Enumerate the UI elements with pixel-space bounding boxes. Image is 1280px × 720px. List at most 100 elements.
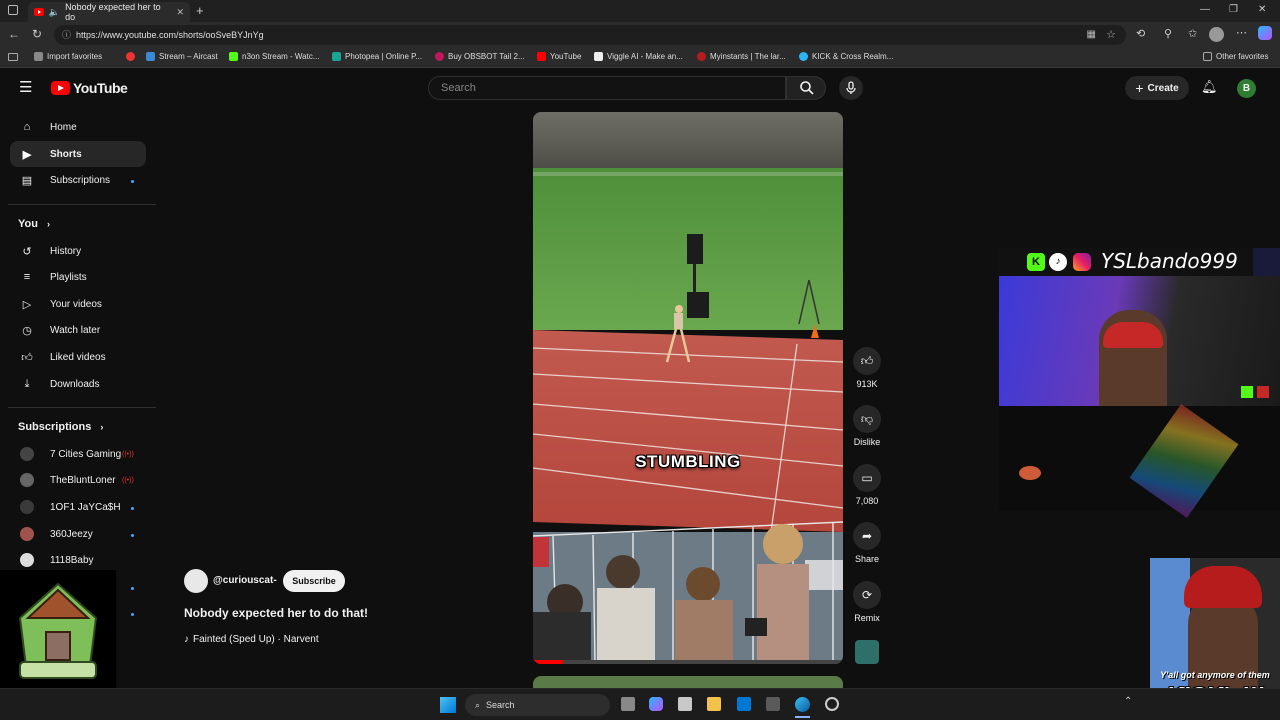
comments-button[interactable]: ▭ 7,080: [851, 464, 883, 506]
taskbar-search[interactable]: ⌕ Search: [465, 694, 610, 716]
speaker-icon[interactable]: 🔈: [49, 7, 60, 18]
tiktok-logo-icon: ♪: [1049, 253, 1067, 271]
sidebar-item-playlists[interactable]: ≡ Playlists: [10, 264, 146, 290]
sidebar-item-liked-videos[interactable]: 👍︎ Liked videos: [10, 344, 146, 370]
short-video-player[interactable]: STUMBLING: [533, 112, 843, 664]
browser-essentials-icon[interactable]: ⚲: [1164, 27, 1172, 40]
sidebar-divider: [8, 407, 156, 408]
bookmark-item[interactable]: Buy OBSBOT Tail 2...: [435, 52, 525, 61]
refresh-icon[interactable]: ↻: [32, 27, 42, 41]
channel-avatar[interactable]: [184, 569, 208, 593]
voice-search-button[interactable]: [839, 76, 863, 100]
app-icon[interactable]: [766, 697, 780, 711]
bookmark-favicon-icon: [435, 52, 444, 61]
like-button[interactable]: 👍︎ 913K: [851, 347, 883, 389]
search-button[interactable]: [786, 76, 826, 100]
music-link[interactable]: ♪ Fainted (Sped Up) · Narvent: [184, 634, 319, 645]
split-screen-icon[interactable]: ▦: [1087, 25, 1096, 45]
minimize-icon[interactable]: —: [1200, 4, 1210, 15]
bookmark-item[interactable]: n3on Stream - Watc...: [229, 52, 320, 61]
new-content-dot: [131, 507, 134, 510]
copilot-app-icon[interactable]: [649, 697, 663, 711]
outlook-app-icon[interactable]: [737, 697, 751, 711]
more-options-icon[interactable]: ⋯: [1236, 26, 1247, 39]
bookmarks-bar: Import favorites Stream – Aircast n3on S…: [0, 48, 1280, 68]
menu-icon[interactable]: ☰: [19, 78, 32, 96]
sidebar-item-downloads[interactable]: ⤓ Downloads: [10, 371, 146, 397]
bookmark-item[interactable]: Stream – Aircast: [146, 52, 218, 61]
favorites-icon[interactable]: ✩: [1188, 27, 1197, 40]
sidebar-item-shorts[interactable]: ▶ Shorts: [10, 141, 146, 167]
favorite-star-icon[interactable]: ☆: [1106, 25, 1116, 45]
subscription-item[interactable]: 1OF1 JaYCa$H: [10, 494, 146, 520]
subscriptions-section-heading[interactable]: Subscriptions ›: [18, 421, 103, 433]
youtube-favicon-icon: [34, 8, 44, 16]
sidebar-item-watch-later[interactable]: ◷ Watch later: [10, 317, 146, 343]
next-short-preview[interactable]: [533, 676, 843, 688]
search-input[interactable]: Search: [428, 76, 786, 100]
kick-logo-icon: [1241, 386, 1253, 398]
file-explorer-icon[interactable]: [707, 697, 721, 711]
close-window-icon[interactable]: ✕: [1258, 4, 1266, 15]
share-button[interactable]: ➦ Share: [851, 522, 883, 564]
subscription-item[interactable]: 360Jeezy: [10, 521, 146, 547]
thumbs-up-icon: 👍︎: [853, 347, 881, 375]
site-info-icon[interactable]: ⓘ: [62, 25, 71, 45]
dislike-button[interactable]: 👎︎ Dislike: [851, 405, 883, 447]
sidebar-item-subscriptions[interactable]: ▤ Subscriptions: [10, 167, 146, 193]
url-text: https://www.youtube.com/shorts/ooSveBYJn…: [76, 30, 264, 40]
other-favorites[interactable]: Other favorites: [1203, 52, 1268, 61]
bookmark-item[interactable]: YouTube: [537, 52, 581, 61]
downloads-icon: ⤓: [24, 377, 30, 390]
channel-logo-overlay: [0, 570, 116, 688]
remix-icon: ⟳: [853, 581, 881, 609]
copilot-icon[interactable]: [1258, 26, 1272, 40]
bookmark-item[interactable]: KICK & Cross Realm...: [799, 52, 893, 61]
bookmark-favicon-icon: [146, 52, 155, 61]
tray-chevron-icon[interactable]: ⌃: [1124, 696, 1132, 707]
extensions-icon[interactable]: ⟲: [1136, 27, 1145, 40]
sidebar-item-home[interactable]: ⌂ Home: [10, 114, 146, 140]
url-field[interactable]: ⓘ https://www.youtube.com/shorts/ooSveBY…: [54, 25, 1126, 45]
create-button[interactable]: + Create: [1125, 76, 1189, 100]
tab-actions-icon[interactable]: [8, 5, 18, 15]
chevron-right-icon: ›: [47, 219, 51, 229]
channel-avatar: [20, 553, 34, 567]
remix-button[interactable]: ⟳ Remix: [851, 581, 883, 623]
store-app-icon[interactable]: [678, 697, 692, 711]
you-section-heading[interactable]: You ›: [18, 218, 50, 230]
youtube-header: ☰ YouTube Search + Create 🔔︎ B: [0, 68, 1280, 108]
notifications-bell-icon[interactable]: 🔔︎: [1201, 79, 1218, 95]
live-indicator-icon: ((•)): [122, 451, 134, 458]
channel-avatar: [20, 473, 34, 487]
bookmark-item[interactable]: Import favorites: [34, 52, 102, 61]
youtube-logo[interactable]: YouTube: [51, 80, 128, 96]
subscribe-button[interactable]: Subscribe: [283, 570, 345, 592]
instagram-logo-icon: [1073, 253, 1091, 271]
bookmark-item[interactable]: [126, 52, 135, 61]
task-view-icon[interactable]: [621, 697, 635, 711]
start-button-icon[interactable]: [440, 697, 456, 713]
bookmark-favicon-icon: [697, 52, 706, 61]
bookmark-favicon-icon: [229, 52, 238, 61]
edge-browser-icon[interactable]: [795, 697, 810, 712]
sidebar-item-history[interactable]: ↺ History: [10, 238, 146, 264]
profile-avatar[interactable]: [1209, 27, 1224, 42]
home-icon: ⌂: [23, 121, 31, 133]
bookmark-item[interactable]: Myinstants | The lar...: [697, 52, 786, 61]
new-tab-icon[interactable]: +: [196, 3, 204, 18]
close-tab-icon[interactable]: ✕: [176, 7, 184, 18]
browser-tab[interactable]: 🔈 Nobody expected her to do ✕: [28, 2, 190, 22]
maximize-icon[interactable]: ❐: [1229, 4, 1238, 15]
obs-app-icon[interactable]: [825, 697, 839, 711]
tabs-sidebar-icon[interactable]: [8, 53, 18, 61]
import-icon: [34, 52, 43, 61]
bookmark-favicon-icon: [126, 52, 135, 61]
account-avatar[interactable]: B: [1237, 79, 1256, 98]
back-icon[interactable]: ←: [8, 27, 20, 41]
sidebar-item-your-videos[interactable]: ▷ Your videos: [10, 291, 146, 317]
bookmark-item[interactable]: Photopea | Online P...: [332, 52, 422, 61]
sound-thumbnail[interactable]: [855, 640, 879, 664]
bookmark-item[interactable]: Viggle AI - Make an...: [594, 52, 683, 61]
channel-handle[interactable]: @curiouscat-: [213, 575, 277, 586]
